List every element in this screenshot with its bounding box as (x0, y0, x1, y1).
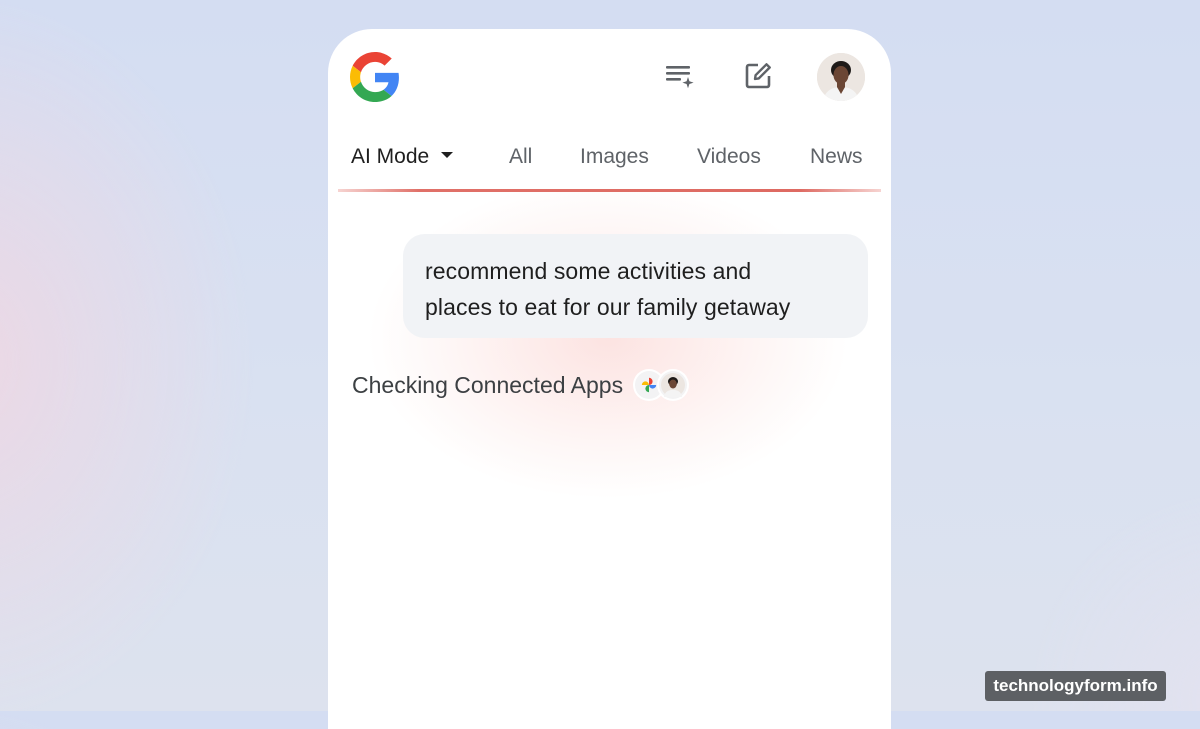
caret-down-icon (441, 152, 454, 159)
search-tabs: AI Mode All Images Videos News (328, 139, 891, 179)
tab-ai-mode[interactable]: AI Mode (351, 145, 454, 169)
query-line-2: places to eat for our family getaway (425, 294, 791, 320)
user-avatar-icon (659, 371, 688, 399)
status-row: Checking Connected Apps (352, 371, 688, 399)
tab-ai-mode-label: AI Mode (351, 145, 430, 168)
google-g-logo-icon[interactable] (350, 52, 400, 102)
tab-all[interactable]: All (509, 145, 532, 169)
tab-videos[interactable]: Videos (697, 145, 761, 169)
edit-icon[interactable] (741, 59, 775, 93)
active-tab-indicator (338, 189, 881, 192)
user-query-bubble: recommend some activities and places to … (403, 234, 868, 338)
phone-screen: AI Mode All Images Videos News recommend… (328, 29, 891, 729)
tab-news[interactable]: News (810, 145, 863, 169)
profile-avatar[interactable] (817, 53, 865, 101)
watermark-label: technologyform.info (985, 671, 1166, 701)
query-line-1: recommend some activities and (425, 258, 752, 284)
connected-app-icons (635, 371, 688, 399)
ai-history-icon[interactable] (662, 59, 696, 93)
status-text: Checking Connected Apps (352, 371, 624, 398)
tab-images[interactable]: Images (580, 145, 649, 169)
